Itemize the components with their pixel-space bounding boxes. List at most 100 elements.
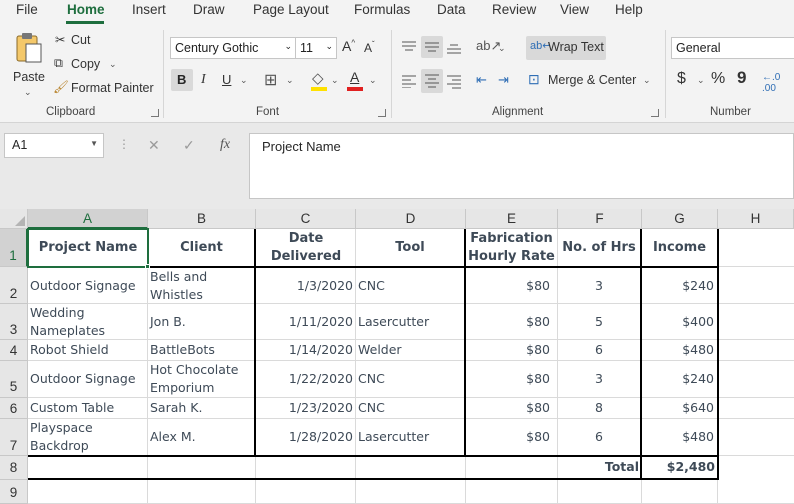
row-header-2[interactable]: 2 bbox=[0, 267, 28, 304]
align-bottom-icon[interactable] bbox=[446, 41, 462, 55]
table-cell-client[interactable]: Hot Chocolate Emporium bbox=[150, 361, 254, 397]
bold-button[interactable]: B bbox=[171, 69, 193, 91]
name-box[interactable]: A1 ▼ bbox=[4, 133, 104, 158]
table-cell-project[interactable]: Wedding Nameplates bbox=[30, 304, 146, 340]
select-all-corner[interactable] bbox=[0, 209, 28, 229]
italic-button[interactable]: I bbox=[201, 72, 206, 88]
tab-home[interactable]: Home bbox=[67, 2, 105, 17]
cancel-icon[interactable]: ✕ bbox=[148, 137, 160, 154]
tab-formulas[interactable]: Formulas bbox=[354, 2, 410, 17]
increase-indent-icon[interactable]: ⇥ bbox=[498, 72, 509, 88]
cut-button[interactable]: Cut bbox=[71, 33, 90, 47]
font-color-icon[interactable]: A bbox=[350, 69, 359, 85]
header-tool[interactable]: Tool bbox=[356, 239, 464, 257]
row-header-5[interactable]: 5 bbox=[0, 361, 28, 398]
table-cell-income[interactable]: $480 bbox=[642, 428, 714, 446]
total-value[interactable]: $2,480 bbox=[642, 459, 715, 474]
table-cell-rate[interactable]: $80 bbox=[466, 277, 550, 295]
paste-button[interactable]: Paste ⌄ bbox=[10, 30, 48, 98]
table-cell-date[interactable]: 1/14/2020 bbox=[256, 341, 353, 359]
merge-center-button[interactable]: Merge & Center bbox=[548, 73, 636, 87]
column-header-f[interactable]: F bbox=[558, 209, 642, 229]
table-cell-date[interactable]: 1/28/2020 bbox=[256, 428, 353, 446]
table-cell-tool[interactable]: Lasercutter bbox=[358, 313, 463, 331]
tab-help[interactable]: Help bbox=[615, 2, 643, 17]
align-top-icon[interactable] bbox=[401, 40, 417, 54]
row-header-9[interactable]: 9 bbox=[0, 480, 28, 504]
table-cell-hours[interactable]: 3 bbox=[558, 370, 640, 388]
table-cell-date[interactable]: 1/23/2020 bbox=[256, 399, 353, 417]
table-cell-tool[interactable]: CNC bbox=[358, 399, 463, 417]
table-cell-client[interactable]: Sarah K. bbox=[150, 399, 254, 417]
underline-button[interactable]: U bbox=[222, 72, 231, 87]
table-cell-date[interactable]: 1/11/2020 bbox=[256, 313, 353, 331]
column-header-d[interactable]: D bbox=[356, 209, 466, 229]
merge-center-icon[interactable]: ⊡ bbox=[528, 71, 540, 88]
increase-font-size-icon[interactable]: A^ bbox=[342, 38, 355, 54]
table-cell-tool[interactable]: CNC bbox=[358, 277, 463, 295]
row-header-1[interactable]: 1 bbox=[0, 229, 28, 267]
tab-draw[interactable]: Draw bbox=[193, 2, 225, 17]
header-date-delivered[interactable]: Date Delivered bbox=[256, 230, 356, 266]
row-header-3[interactable]: 3 bbox=[0, 304, 28, 340]
format-painter-button[interactable]: Format Painter bbox=[71, 81, 154, 95]
tab-view[interactable]: View bbox=[560, 2, 589, 17]
row-header-8[interactable]: 8 bbox=[0, 456, 28, 480]
tab-insert[interactable]: Insert bbox=[132, 2, 166, 17]
table-cell-project[interactable]: Outdoor Signage bbox=[30, 277, 146, 295]
table-cell-hours[interactable]: 6 bbox=[558, 341, 640, 359]
column-header-b[interactable]: B bbox=[148, 209, 256, 229]
accounting-format-button[interactable]: $ bbox=[677, 70, 686, 88]
align-right-icon[interactable] bbox=[446, 74, 462, 90]
cut-icon[interactable]: ✂ bbox=[55, 32, 65, 47]
insert-function-icon[interactable]: fx bbox=[220, 137, 230, 153]
copy-icon[interactable]: ⧉ bbox=[54, 56, 63, 71]
align-center-button[interactable] bbox=[421, 69, 443, 93]
formula-input[interactable]: Project Name bbox=[249, 133, 794, 199]
table-cell-income[interactable]: $240 bbox=[642, 370, 714, 388]
row-header-7[interactable]: 7 bbox=[0, 419, 28, 456]
drag-handle-icon[interactable]: ⋮ bbox=[118, 137, 130, 151]
table-cell-hours[interactable]: 3 bbox=[558, 277, 640, 295]
comma-style-button[interactable]: 9 bbox=[737, 68, 746, 88]
table-cell-project[interactable]: Robot Shield bbox=[30, 341, 146, 359]
tab-review[interactable]: Review bbox=[492, 2, 536, 17]
decrease-font-size-icon[interactable]: Aˇ bbox=[364, 40, 375, 55]
percent-button[interactable]: % bbox=[711, 70, 725, 88]
header-income[interactable]: Income bbox=[642, 239, 717, 257]
font-family-select[interactable]: Century Gothic ⌄ bbox=[170, 37, 296, 59]
table-cell-income[interactable]: $480 bbox=[642, 341, 714, 359]
align-left-icon[interactable] bbox=[401, 74, 417, 88]
table-cell-date[interactable]: 1/22/2020 bbox=[256, 370, 353, 388]
align-middle-button[interactable] bbox=[421, 36, 443, 58]
increase-decimal-icon[interactable]: ←.0.00 bbox=[762, 72, 780, 94]
table-cell-income[interactable]: $640 bbox=[642, 399, 714, 417]
header-hours[interactable]: No. of Hrs bbox=[558, 239, 640, 257]
tab-file[interactable]: File bbox=[16, 2, 38, 17]
column-header-e[interactable]: E bbox=[466, 209, 558, 229]
tab-data[interactable]: Data bbox=[437, 2, 466, 17]
table-cell-client[interactable]: Jon B. bbox=[150, 313, 254, 331]
copy-button[interactable]: Copy bbox=[71, 57, 100, 71]
table-cell-client[interactable]: Alex M. bbox=[150, 428, 254, 446]
table-cell-tool[interactable]: Lasercutter bbox=[358, 428, 463, 446]
worksheet-grid[interactable]: A B C D E F G H 1 2 3 4 5 6 7 8 9 Projec… bbox=[0, 209, 794, 504]
font-size-select[interactable]: 11 ⌄ bbox=[295, 37, 337, 59]
table-cell-income[interactable]: $400 bbox=[642, 313, 714, 331]
row-header-4[interactable]: 4 bbox=[0, 340, 28, 361]
column-header-c[interactable]: C bbox=[256, 209, 356, 229]
table-cell-rate[interactable]: $80 bbox=[466, 370, 550, 388]
column-header-h[interactable]: H bbox=[718, 209, 794, 229]
table-cell-project[interactable]: Outdoor Signage bbox=[30, 370, 146, 388]
table-cell-client[interactable]: BattleBots bbox=[150, 341, 254, 359]
fill-color-icon[interactable]: ◇ bbox=[312, 69, 324, 87]
alignment-launcher-icon[interactable] bbox=[651, 109, 659, 117]
table-cell-project[interactable]: Playspace Backdrop bbox=[30, 419, 146, 455]
table-cell-hours[interactable]: 8 bbox=[558, 399, 640, 417]
table-cell-tool[interactable]: CNC bbox=[358, 370, 463, 388]
clipboard-launcher-icon[interactable] bbox=[151, 109, 159, 117]
format-painter-icon[interactable]: 🖌 bbox=[53, 80, 69, 95]
table-cell-tool[interactable]: Welder bbox=[358, 341, 463, 359]
table-cell-rate[interactable]: $80 bbox=[466, 313, 550, 331]
table-cell-income[interactable]: $240 bbox=[642, 277, 714, 295]
